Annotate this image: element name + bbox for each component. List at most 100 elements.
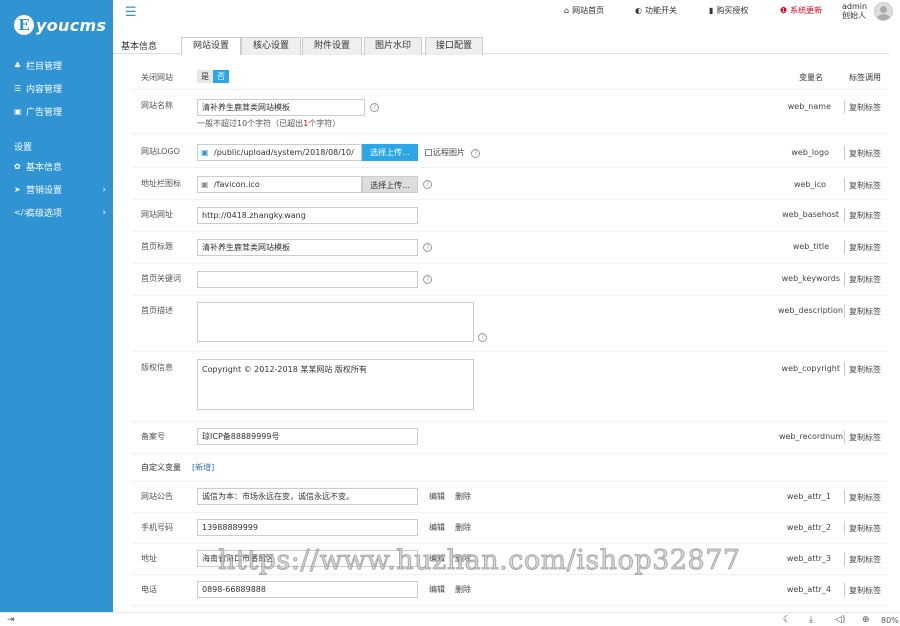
sidebar-section-settings: 设置: [14, 143, 33, 153]
web-name-input[interactable]: 清补养生鹿茸类网站模板: [197, 99, 365, 116]
field-label: 网站名称: [141, 101, 173, 110]
field-label: 手机号码: [141, 523, 173, 532]
var-name: web_attr_3: [786, 554, 831, 563]
sidebar-item-basic-info[interactable]: ✿ 基本信息: [14, 160, 106, 173]
copy-tag-button[interactable]: 复制标签: [849, 180, 881, 191]
edit-button[interactable]: 编辑: [429, 584, 445, 595]
bookmark-icon: ▮: [709, 6, 714, 15]
help-icon[interactable]: ?: [478, 333, 487, 342]
copy-tag-button[interactable]: 复制标签: [849, 492, 881, 503]
logo-text: youcms: [36, 15, 107, 35]
moon-icon[interactable]: ☾: [783, 615, 791, 625]
copy-tag-button[interactable]: 复制标签: [849, 364, 881, 375]
avatar[interactable]: [874, 2, 893, 21]
tab-api-config[interactable]: 接口配置: [425, 37, 483, 55]
link-label: 网站首页: [572, 6, 605, 15]
copy-tag-button[interactable]: 复制标签: [849, 585, 881, 596]
zoom-icon[interactable]: ⊕: [862, 615, 870, 625]
tab-core-settings[interactable]: 核心设置: [241, 37, 301, 55]
close-site-toggle[interactable]: 是 否: [197, 70, 229, 83]
row-web-copyright: 版权信息 Copyright © 2012-2018 某某网站 版权所有 web…: [133, 352, 888, 422]
sidebar-item-marketing[interactable]: ➤ 营销设置 ›: [14, 183, 106, 197]
copy-tag-button[interactable]: 复制标签: [849, 210, 881, 221]
copy-tag-button[interactable]: 复制标签: [849, 306, 881, 317]
sidebar-item-label: 高级选项: [26, 209, 63, 219]
field-label: 电话: [141, 585, 157, 594]
link-system-update[interactable]: ❶ 系统更新: [780, 5, 822, 16]
link-buy-license[interactable]: ▮ 购买授权: [709, 5, 748, 16]
web-copyright-textarea[interactable]: Copyright © 2012-2018 某某网站 版权所有: [197, 359, 474, 410]
copy-tag-button[interactable]: 复制标签: [849, 274, 881, 285]
admin-role: 创始人: [842, 11, 866, 20]
toggle-yes[interactable]: 是: [197, 70, 213, 83]
copy-tag-button[interactable]: 复制标签: [849, 242, 881, 253]
delete-button[interactable]: 删除: [455, 491, 471, 502]
tab-image-watermark[interactable]: 图片水印: [364, 37, 422, 55]
field-label: 地址: [141, 554, 157, 563]
web-logo-input[interactable]: ▣ /public/upload/system/2018/08/10/: [197, 144, 362, 161]
link-feature-switch[interactable]: ◐ 功能开关: [635, 5, 677, 16]
sidebar-item-ads[interactable]: ▣ 广告管理: [14, 105, 106, 118]
remote-image-option[interactable]: 远程图片: [425, 147, 465, 158]
toggle-no[interactable]: 否: [213, 70, 229, 83]
menu-toggle-icon[interactable]: ☰: [125, 5, 137, 20]
gear-icon: ✿: [14, 162, 21, 171]
field-label: 版权信息: [141, 363, 173, 372]
page-title: 基本信息: [121, 42, 158, 52]
var-name: web_basehost: [782, 210, 839, 219]
sidebar-expand-icon[interactable]: ⇥: [7, 615, 15, 625]
download-icon[interactable]: ⤓: [809, 615, 813, 625]
upload-logo-button[interactable]: 选择上传...: [362, 144, 418, 161]
column-divider: [844, 552, 845, 566]
help-icon[interactable]: ?: [370, 103, 379, 112]
copy-tag-button[interactable]: 复制标签: [849, 432, 881, 443]
sidebar-item-columns[interactable]: ♣ 栏目管理: [14, 59, 106, 72]
web-attr-2-input[interactable]: 13988889999: [197, 519, 418, 536]
web-keywords-input[interactable]: [197, 271, 418, 288]
link-site-home[interactable]: ⌂ 网站首页: [564, 5, 604, 16]
web-recordnum-input[interactable]: 琼ICP备88889999号: [197, 428, 418, 445]
hint-text: 个字符）: [308, 119, 341, 128]
web-attr-1-input[interactable]: 诚信为本：市场永远在变，诚信永远不变。: [197, 488, 418, 505]
help-icon[interactable]: ?: [423, 243, 432, 252]
tab-site-settings[interactable]: 网站设置: [181, 37, 241, 55]
home-icon: ⌂: [564, 6, 570, 15]
add-custom-var-link[interactable]: [新增]: [192, 462, 214, 473]
zoom-level[interactable]: 80%: [881, 616, 899, 625]
brand-logo[interactable]: E youcms: [14, 15, 106, 35]
sidebar: E youcms ♣ 栏目管理 ☰ 内容管理 ▣ 广告管理 设置 ✿ 基本信息 ➤ 营销设…: [0, 0, 113, 612]
delete-button[interactable]: 删除: [455, 522, 471, 533]
web-ico-input[interactable]: ▣ /favicon.ico: [197, 176, 362, 193]
help-icon[interactable]: ?: [471, 149, 480, 158]
web-basehost-input[interactable]: http://0418.zhangky.wang: [197, 207, 418, 224]
web-attr-4-input[interactable]: 0898-66889888: [197, 581, 418, 598]
help-icon[interactable]: ?: [423, 275, 432, 284]
tab-attachment-settings[interactable]: 附件设置: [302, 37, 362, 55]
sidebar-item-advanced[interactable]: </> 高级选项 ›: [14, 206, 106, 220]
field-label: 网站网址: [141, 210, 173, 219]
sidebar-item-content[interactable]: ☰ 内容管理: [14, 82, 106, 95]
field-label: 地址栏图标: [141, 179, 181, 188]
edit-button[interactable]: 编辑: [429, 491, 445, 502]
sitemap-icon: ♣: [14, 61, 22, 70]
row-web-attr-4: 电话 0898-66889888 编辑 删除 web_attr_4 复制标签: [133, 575, 888, 606]
web-description-textarea[interactable]: [197, 302, 474, 342]
var-name: web_description: [777, 306, 843, 315]
copy-tag-button[interactable]: 复制标签: [849, 102, 881, 113]
delete-button[interactable]: 删除: [455, 584, 471, 595]
list-icon: ☰: [14, 84, 22, 93]
copy-tag-button[interactable]: 复制标签: [849, 554, 881, 565]
row-close-site: 关闭网站 是 否 变量名 标签调用: [133, 62, 888, 90]
speaker-icon[interactable]: ◁): [835, 615, 845, 625]
sidebar-item-label: 广告管理: [26, 108, 63, 118]
checkbox[interactable]: [425, 149, 432, 156]
var-name: web_attr_2: [786, 523, 831, 532]
upload-ico-button[interactable]: 选择上传...: [362, 176, 418, 193]
copy-tag-button[interactable]: 复制标签: [849, 523, 881, 534]
column-divider: [844, 583, 845, 597]
web-title-input[interactable]: 清补养生鹿茸类网站模板: [197, 239, 418, 256]
copy-tag-button[interactable]: 复制标签: [849, 148, 881, 159]
help-icon[interactable]: ?: [423, 180, 432, 189]
admin-info[interactable]: admin 创始人: [842, 2, 867, 20]
edit-button[interactable]: 编辑: [429, 522, 445, 533]
